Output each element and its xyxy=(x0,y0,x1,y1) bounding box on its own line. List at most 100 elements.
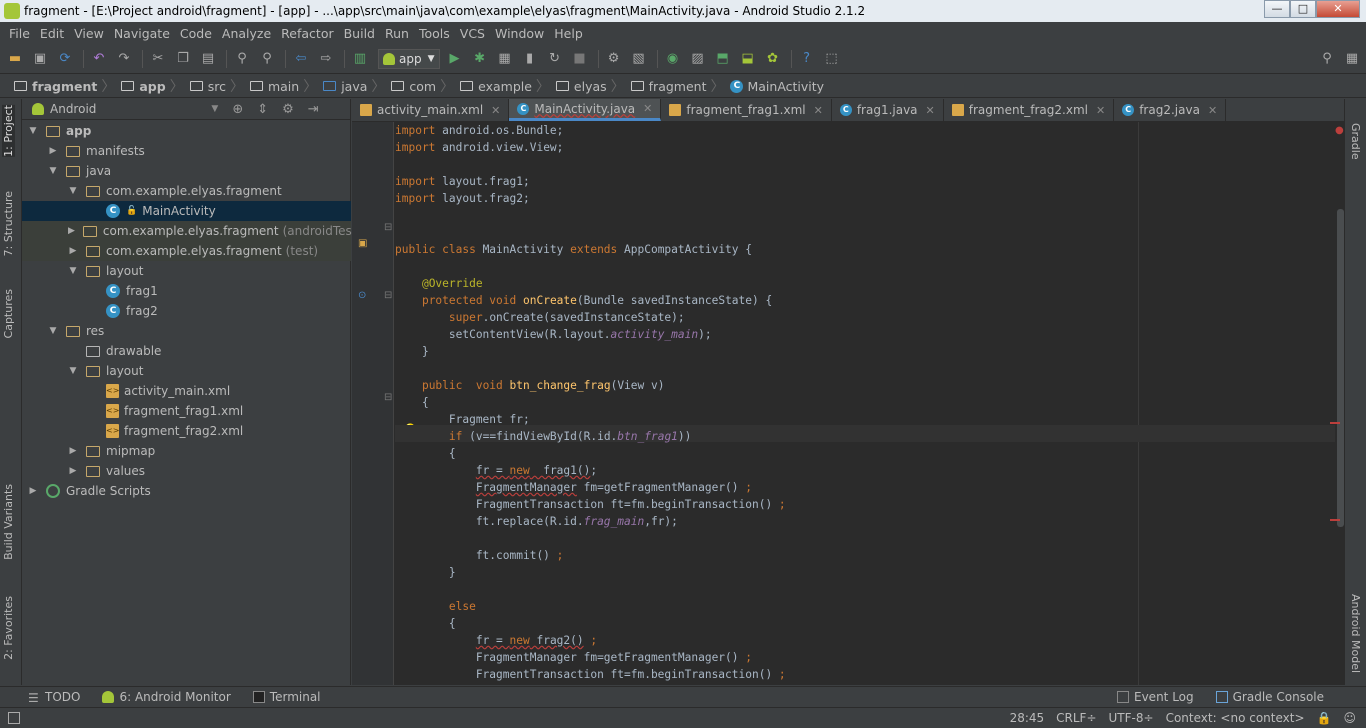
open-icon[interactable]: ▬ xyxy=(4,48,26,70)
avd-icon[interactable]: ◉ xyxy=(662,48,684,70)
tree-item[interactable]: ▼ res xyxy=(22,321,351,341)
project-view-select[interactable]: Android xyxy=(50,102,96,116)
android-monitor-icon[interactable]: ⬓ xyxy=(737,48,759,70)
override-icon[interactable]: ⊙ xyxy=(358,290,366,301)
close-tab-icon[interactable]: ✕ xyxy=(491,104,500,117)
forward-icon[interactable]: ⇨ xyxy=(315,48,337,70)
breadcrumb-item[interactable]: java 〉 xyxy=(317,76,385,96)
error-marker[interactable] xyxy=(1330,422,1340,424)
stop-icon[interactable]: ■ xyxy=(569,48,591,70)
line-separator[interactable]: CRLF÷ xyxy=(1056,711,1096,725)
tree-item[interactable]: ▶ manifests xyxy=(22,141,351,161)
tool-window-toggle-icon[interactable] xyxy=(8,712,20,724)
tab-event-log[interactable]: Event Log xyxy=(1117,690,1194,704)
chevron-down-icon[interactable]: ▼ xyxy=(211,104,218,114)
breadcrumb-item[interactable]: main 〉 xyxy=(244,76,317,96)
fold-icon[interactable]: ⊟ xyxy=(384,290,392,301)
tree-item[interactable]: ▶ Gradle Scripts xyxy=(22,481,351,501)
sdk-icon[interactable]: ▧ xyxy=(628,48,650,70)
close-tab-icon[interactable]: ✕ xyxy=(1096,104,1105,117)
rerun-icon[interactable]: ↻ xyxy=(544,48,566,70)
help-icon[interactable]: ? xyxy=(796,48,818,70)
expanded-arrow-icon[interactable]: ▼ xyxy=(68,266,78,276)
breadcrumb-item[interactable]: fragment 〉 xyxy=(625,76,724,96)
target-icon[interactable]: ⊕ xyxy=(232,102,243,117)
coverage-icon[interactable]: ▦ xyxy=(494,48,516,70)
breadcrumb-item[interactable]: fragment 〉 xyxy=(8,76,115,96)
breadcrumb-item[interactable]: elyas 〉 xyxy=(550,76,625,96)
cut-icon[interactable]: ✂ xyxy=(147,48,169,70)
redo-icon[interactable]: ↷ xyxy=(113,48,135,70)
tab-android-model[interactable]: Android Model xyxy=(1349,594,1362,673)
tree-item[interactable]: drawable xyxy=(22,341,351,361)
copy-icon[interactable]: ❐ xyxy=(172,48,194,70)
tree-item[interactable]: ▶ com.example.elyas.fragment (androidTest) xyxy=(22,221,361,241)
tree-item[interactable]: ▶ com.example.elyas.fragment (test) xyxy=(22,241,351,261)
menu-window[interactable]: Window xyxy=(490,26,549,41)
editor-tab[interactable]: Cfrag2.java ✕ xyxy=(1114,99,1227,121)
gradle-icon[interactable]: ⬚ xyxy=(821,48,843,70)
menu-build[interactable]: Build xyxy=(339,26,380,41)
tab-gradle-console[interactable]: Gradle Console xyxy=(1215,690,1324,704)
tab-android-monitor[interactable]: 6: Android Monitor xyxy=(102,690,231,704)
make-icon[interactable]: ▥ xyxy=(349,48,371,70)
tab-captures[interactable]: Captures xyxy=(2,289,15,338)
vertical-scrollbar[interactable] xyxy=(1337,209,1344,527)
sync-icon[interactable]: ⟳ xyxy=(54,48,76,70)
editor-tab[interactable]: fragment_frag2.xml ✕ xyxy=(944,99,1115,121)
tree-item[interactable]: Cfrag2 xyxy=(22,301,351,321)
inspector-icon[interactable]: ☺ xyxy=(1343,711,1356,725)
error-marker[interactable] xyxy=(1330,519,1340,521)
tree-item[interactable]: ▶ values xyxy=(22,461,351,481)
run-config-select[interactable]: app ▼ xyxy=(378,48,440,69)
menu-navigate[interactable]: Navigate xyxy=(109,26,175,41)
close-tab-icon[interactable]: ✕ xyxy=(926,104,935,117)
gear-icon[interactable]: ⚙ xyxy=(282,102,294,117)
menu-edit[interactable]: Edit xyxy=(35,26,69,41)
tab-structure[interactable]: 7: Structure xyxy=(2,191,15,256)
menu-run[interactable]: Run xyxy=(380,26,414,41)
hide-icon[interactable]: ⇥ xyxy=(308,102,319,117)
back-icon[interactable]: ⇦ xyxy=(290,48,312,70)
close-tab-icon[interactable]: ✕ xyxy=(643,102,652,115)
menu-help[interactable]: Help xyxy=(549,26,588,41)
menu-refactor[interactable]: Refactor xyxy=(276,26,338,41)
context-indicator[interactable]: Context: <no context> xyxy=(1166,711,1305,725)
expanded-arrow-icon[interactable]: ▼ xyxy=(68,366,78,376)
save-icon[interactable]: ▣ xyxy=(29,48,51,70)
breadcrumb-item[interactable]: app 〉 xyxy=(115,76,184,96)
tree-item[interactable]: ▶ mipmap xyxy=(22,441,351,461)
collapsed-arrow-icon[interactable]: ▶ xyxy=(48,146,58,156)
tab-todo[interactable]: ☰ TODO xyxy=(28,690,80,705)
find-icon[interactable]: ⚲ xyxy=(231,48,253,70)
tree-item[interactable]: ▼ app xyxy=(22,121,351,141)
collapsed-arrow-icon[interactable]: ▶ xyxy=(28,486,38,496)
expanded-arrow-icon[interactable]: ▼ xyxy=(48,166,58,176)
menu-code[interactable]: Code xyxy=(175,26,217,41)
attach-icon[interactable]: ▮ xyxy=(519,48,541,70)
tab-terminal[interactable]: Terminal xyxy=(252,690,321,704)
collapsed-arrow-icon[interactable]: ▶ xyxy=(68,226,75,236)
fold-icon[interactable]: ⊟ xyxy=(384,222,392,233)
editor-tab[interactable]: fragment_frag1.xml ✕ xyxy=(661,99,832,121)
debug-icon[interactable]: ✱ xyxy=(469,48,491,70)
tree-item[interactable]: ▼ layout xyxy=(22,361,351,381)
gradle-sync-icon[interactable]: ⬒ xyxy=(712,48,734,70)
tree-item[interactable]: ▼ com.example.elyas.fragment xyxy=(22,181,351,201)
expanded-arrow-icon[interactable]: ▼ xyxy=(68,186,78,196)
lock-icon[interactable]: 🔒 xyxy=(1317,711,1332,725)
tab-favorites[interactable]: 2: Favorites xyxy=(2,596,15,660)
editor-tab[interactable]: activity_main.xml ✕ xyxy=(352,99,510,121)
tab-project[interactable]: 1: Project xyxy=(2,105,15,157)
close-button[interactable]: ✕ xyxy=(1316,0,1360,18)
fold-icon[interactable]: ⊟ xyxy=(384,392,392,403)
maximize-button[interactable]: □ xyxy=(1290,0,1316,18)
tree-item[interactable]: C 🔓 MainActivity xyxy=(22,201,351,221)
tree-item[interactable]: ▼ java xyxy=(22,161,351,181)
menu-tools[interactable]: Tools xyxy=(414,26,455,41)
search-everywhere-icon[interactable]: ⚲ xyxy=(1316,48,1338,70)
tab-build-variants[interactable]: Build Variants xyxy=(2,484,15,560)
breadcrumb-item[interactable]: com 〉 xyxy=(385,76,454,96)
tree-item[interactable]: Cfrag1 xyxy=(22,281,351,301)
collapsed-arrow-icon[interactable]: ▶ xyxy=(68,446,78,456)
